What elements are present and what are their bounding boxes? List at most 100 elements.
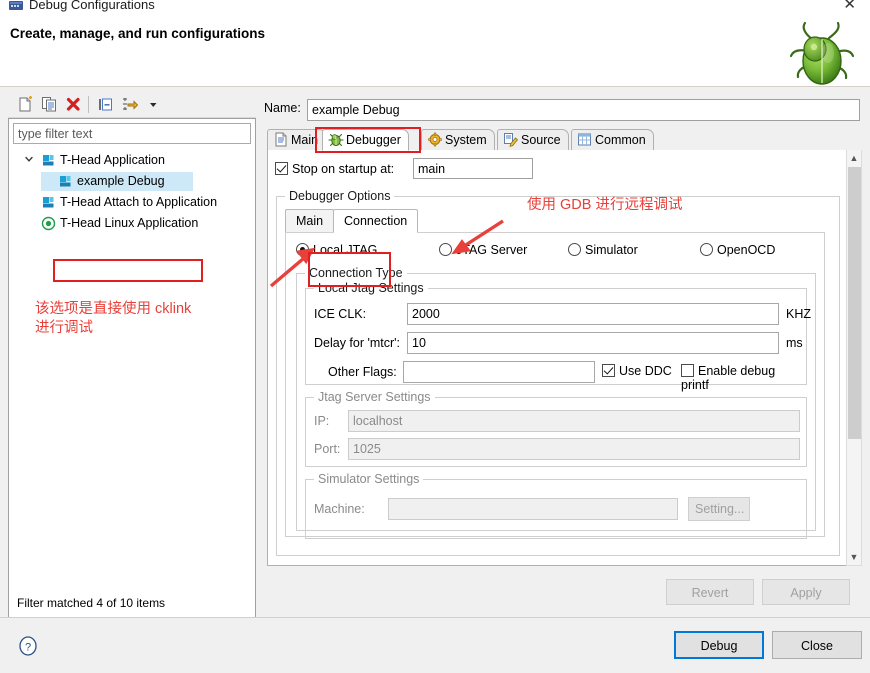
tab-label: Source bbox=[521, 133, 561, 147]
dialog-body: T-Head Application example Debug bbox=[0, 88, 870, 618]
scroll-down-icon[interactable]: ▼ bbox=[847, 549, 861, 565]
view-menu-chevron-icon[interactable] bbox=[144, 95, 163, 114]
configurations-toolbar bbox=[8, 91, 256, 118]
app-launch-icon bbox=[41, 153, 56, 168]
jtag-ip-input[interactable] bbox=[348, 410, 800, 432]
use-ddc-checkbox[interactable] bbox=[602, 364, 615, 377]
use-ddc-checkbox-row[interactable]: Use DDC bbox=[602, 364, 672, 378]
green-bug-icon bbox=[780, 11, 864, 95]
enable-debug-printf-checkbox-row[interactable]: Enable debug printf bbox=[681, 364, 806, 392]
radio-indicator[interactable] bbox=[439, 243, 452, 256]
simulator-settings-group: Simulator Settings Machine: Setting... bbox=[305, 472, 807, 539]
stop-on-startup-input[interactable] bbox=[413, 158, 533, 179]
radio-openocd[interactable]: OpenOCD bbox=[700, 243, 775, 257]
app-launch-icon bbox=[58, 174, 73, 189]
scroll-up-icon[interactable]: ▲ bbox=[847, 150, 861, 166]
tree-item-t-head-linux-application[interactable]: T-Head Linux Application bbox=[9, 213, 255, 234]
window-title: Debug Configurations bbox=[29, 0, 155, 12]
other-flags-label: Other Flags: bbox=[328, 365, 397, 379]
delay-mtcr-label: Delay for 'mtcr': bbox=[314, 336, 401, 350]
svg-text:?: ? bbox=[25, 642, 31, 654]
scrollbar-thumb[interactable] bbox=[848, 167, 861, 439]
radio-jtag-server[interactable]: JTAG Server bbox=[439, 243, 527, 257]
jtag-port-label: Port: bbox=[314, 442, 341, 456]
document-icon bbox=[273, 132, 289, 147]
tree-item-example-debug[interactable]: example Debug bbox=[9, 171, 255, 192]
machine-input[interactable] bbox=[388, 498, 678, 520]
linux-target-icon bbox=[41, 216, 56, 231]
machine-label: Machine: bbox=[314, 502, 365, 516]
stop-on-startup-checkbox[interactable] bbox=[275, 162, 288, 175]
page-title: Create, manage, and run configurations bbox=[10, 26, 266, 41]
filter-input[interactable] bbox=[13, 123, 251, 144]
debugger-options-group: Debugger Options Main Connection Local J… bbox=[276, 189, 840, 556]
debug-button[interactable]: Debug bbox=[674, 631, 764, 659]
configurations-panel: T-Head Application example Debug bbox=[8, 91, 256, 618]
tree-item-label: T-Head Linux Application bbox=[60, 216, 199, 230]
tab-label: System bbox=[445, 133, 487, 147]
chevron-down-icon[interactable] bbox=[23, 150, 35, 171]
name-input[interactable] bbox=[307, 99, 860, 121]
debugger-tab-page: Stop on startup at: Debugger Options Mai… bbox=[267, 150, 862, 566]
tree-item-t-head-application[interactable]: T-Head Application bbox=[9, 150, 255, 171]
debug-configurations-dialog: Debug Configurations ✕ Create, manage, a… bbox=[0, 0, 870, 673]
debugger-inner-tab-bar: Main Connection bbox=[285, 209, 825, 233]
table-icon bbox=[577, 132, 593, 147]
filter-launch-configurations-icon[interactable] bbox=[120, 95, 139, 114]
gear-icon bbox=[427, 132, 443, 147]
tab-common[interactable]: Common bbox=[571, 129, 654, 151]
filter-status: Filter matched 4 of 10 items bbox=[17, 596, 166, 610]
inner-tab-main[interactable]: Main bbox=[285, 209, 335, 233]
connection-type-group: Connection Type Local Jtag Settings ICE … bbox=[296, 266, 816, 539]
dialog-footer: ? Debug Close bbox=[0, 617, 870, 673]
tab-label: Common bbox=[595, 133, 646, 147]
help-icon[interactable]: ? bbox=[18, 636, 38, 656]
duplicate-configuration-icon[interactable] bbox=[40, 95, 59, 114]
revert-button[interactable]: Revert bbox=[666, 579, 754, 605]
stop-on-startup-label: Stop on startup at: bbox=[292, 162, 395, 176]
configuration-editor: Name: Main bbox=[262, 91, 862, 618]
enable-debug-printf-checkbox[interactable] bbox=[681, 364, 694, 377]
tree-item-label: example Debug bbox=[77, 174, 165, 188]
debug-configurations-icon bbox=[8, 0, 24, 14]
debugger-options-label: Debugger Options bbox=[285, 189, 395, 203]
use-ddc-label: Use DDC bbox=[619, 364, 672, 378]
radio-indicator[interactable] bbox=[700, 243, 713, 256]
source-edit-icon bbox=[503, 132, 519, 147]
apply-button[interactable]: Apply bbox=[762, 579, 850, 605]
highlight-box-connection-tab bbox=[308, 252, 391, 287]
jtag-server-settings-label: Jtag Server Settings bbox=[314, 390, 435, 404]
stop-on-startup-row[interactable]: Stop on startup at: bbox=[275, 162, 394, 176]
ice-clk-label: ICE CLK: bbox=[314, 307, 367, 321]
tab-source[interactable]: Source bbox=[497, 129, 569, 151]
radio-simulator[interactable]: Simulator bbox=[568, 243, 638, 257]
delete-configuration-icon[interactable] bbox=[64, 95, 83, 114]
new-configuration-icon[interactable] bbox=[16, 95, 35, 114]
local-jtag-settings-group: Local Jtag Settings ICE CLK: KHZ Delay f… bbox=[305, 281, 811, 392]
ice-clk-unit: KHZ bbox=[786, 307, 811, 321]
simulator-setting-button[interactable]: Setting... bbox=[688, 497, 750, 521]
inner-tab-connection[interactable]: Connection bbox=[333, 209, 419, 233]
editor-vertical-scrollbar[interactable]: ▲ ▼ bbox=[846, 150, 862, 566]
name-label: Name: bbox=[264, 101, 301, 115]
jtag-ip-label: IP: bbox=[314, 414, 330, 428]
highlight-box-debugger-tab bbox=[315, 127, 421, 153]
radio-indicator[interactable] bbox=[568, 243, 581, 256]
highlight-box-example-debug bbox=[53, 259, 203, 282]
simulator-settings-label: Simulator Settings bbox=[314, 472, 424, 486]
close-button[interactable]: Close bbox=[772, 631, 862, 659]
collapse-all-icon[interactable] bbox=[96, 95, 115, 114]
enable-debug-printf-label: Enable debug printf bbox=[681, 364, 776, 392]
delay-mtcr-input[interactable] bbox=[407, 332, 779, 354]
other-flags-input[interactable] bbox=[403, 361, 595, 383]
tree-item-label: T-Head Attach to Application bbox=[60, 195, 218, 209]
jtag-server-settings-group: Jtag Server Settings IP: Port: bbox=[305, 390, 807, 467]
ice-clk-input[interactable] bbox=[407, 303, 779, 325]
jtag-port-input[interactable] bbox=[348, 438, 800, 460]
tree-item-t-head-attach-to-application[interactable]: T-Head Attach to Application bbox=[9, 192, 255, 213]
radio-label: OpenOCD bbox=[717, 243, 776, 257]
toolbar-separator bbox=[88, 96, 89, 113]
configurations-tree-box: T-Head Application example Debug bbox=[8, 118, 256, 618]
tab-system[interactable]: System bbox=[421, 129, 495, 151]
configurations-tree: T-Head Application example Debug T-Head … bbox=[9, 150, 255, 234]
